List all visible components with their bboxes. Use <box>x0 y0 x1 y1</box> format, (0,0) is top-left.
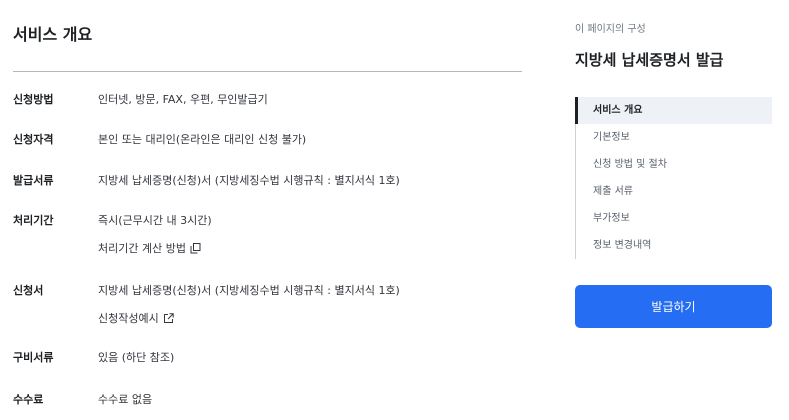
row-label: 구비서류 <box>13 351 54 364</box>
table-of-contents: 서비스 개요 기본정보 신청 방법 및 절차 제출 서류 부가정보 정보 변경내… <box>575 97 772 259</box>
row-label: 처리기간 <box>13 214 54 227</box>
toc-item-change-history[interactable]: 정보 변경내역 <box>576 232 772 259</box>
issue-button[interactable]: 발급하기 <box>575 285 772 328</box>
copy-icon <box>190 242 201 253</box>
processing-time-calculation-link[interactable]: 처리기간 계산 방법 <box>98 240 201 256</box>
row-value: 수수료 없음 <box>98 393 153 406</box>
row-value: 즉시(근무시간 내 3시간) <box>98 214 212 227</box>
row-value: 지방세 납세증명(신청)서 (지방세징수법 시행규칙 : 별지서식 1호) <box>98 284 400 297</box>
link-label: 처리기간 계산 방법 <box>98 242 186 255</box>
toc-item-basic-info[interactable]: 기본정보 <box>576 124 772 151</box>
toc-item-service-overview[interactable]: 서비스 개요 <box>575 97 772 124</box>
row-label: 신청자격 <box>13 133 54 146</box>
row-value: 있음 (하단 참조) <box>98 351 175 364</box>
contents-caption: 이 페이지의 구성 <box>575 24 646 35</box>
application-example-link[interactable]: 신청작성예시 <box>98 310 174 326</box>
toc-item-additional-info[interactable]: 부가정보 <box>576 205 772 232</box>
row-label: 수수료 <box>13 393 44 406</box>
row-label: 신청서 <box>13 284 44 297</box>
row-value: 인터넷, 방문, FAX, 우편, 무인발급기 <box>98 93 268 106</box>
toc-item-submission-documents[interactable]: 제출 서류 <box>576 178 772 205</box>
external-link-icon <box>163 312 174 323</box>
row-value: 지방세 납세증명(신청)서 (지방세징수법 시행규칙 : 별지서식 1호) <box>98 174 400 187</box>
toc-item-application-procedure[interactable]: 신청 방법 및 절차 <box>576 151 772 178</box>
link-label: 신청작성예시 <box>98 312 159 325</box>
section-title: 서비스 개요 <box>13 25 93 44</box>
section-divider <box>13 71 522 72</box>
row-value: 본인 또는 대리인(온라인은 대리인 신청 불가) <box>98 133 307 146</box>
row-label: 발급서류 <box>13 174 54 187</box>
row-label: 신청방법 <box>13 93 54 106</box>
sidebar-page-title: 지방세 납세증명서 발급 <box>575 51 724 69</box>
